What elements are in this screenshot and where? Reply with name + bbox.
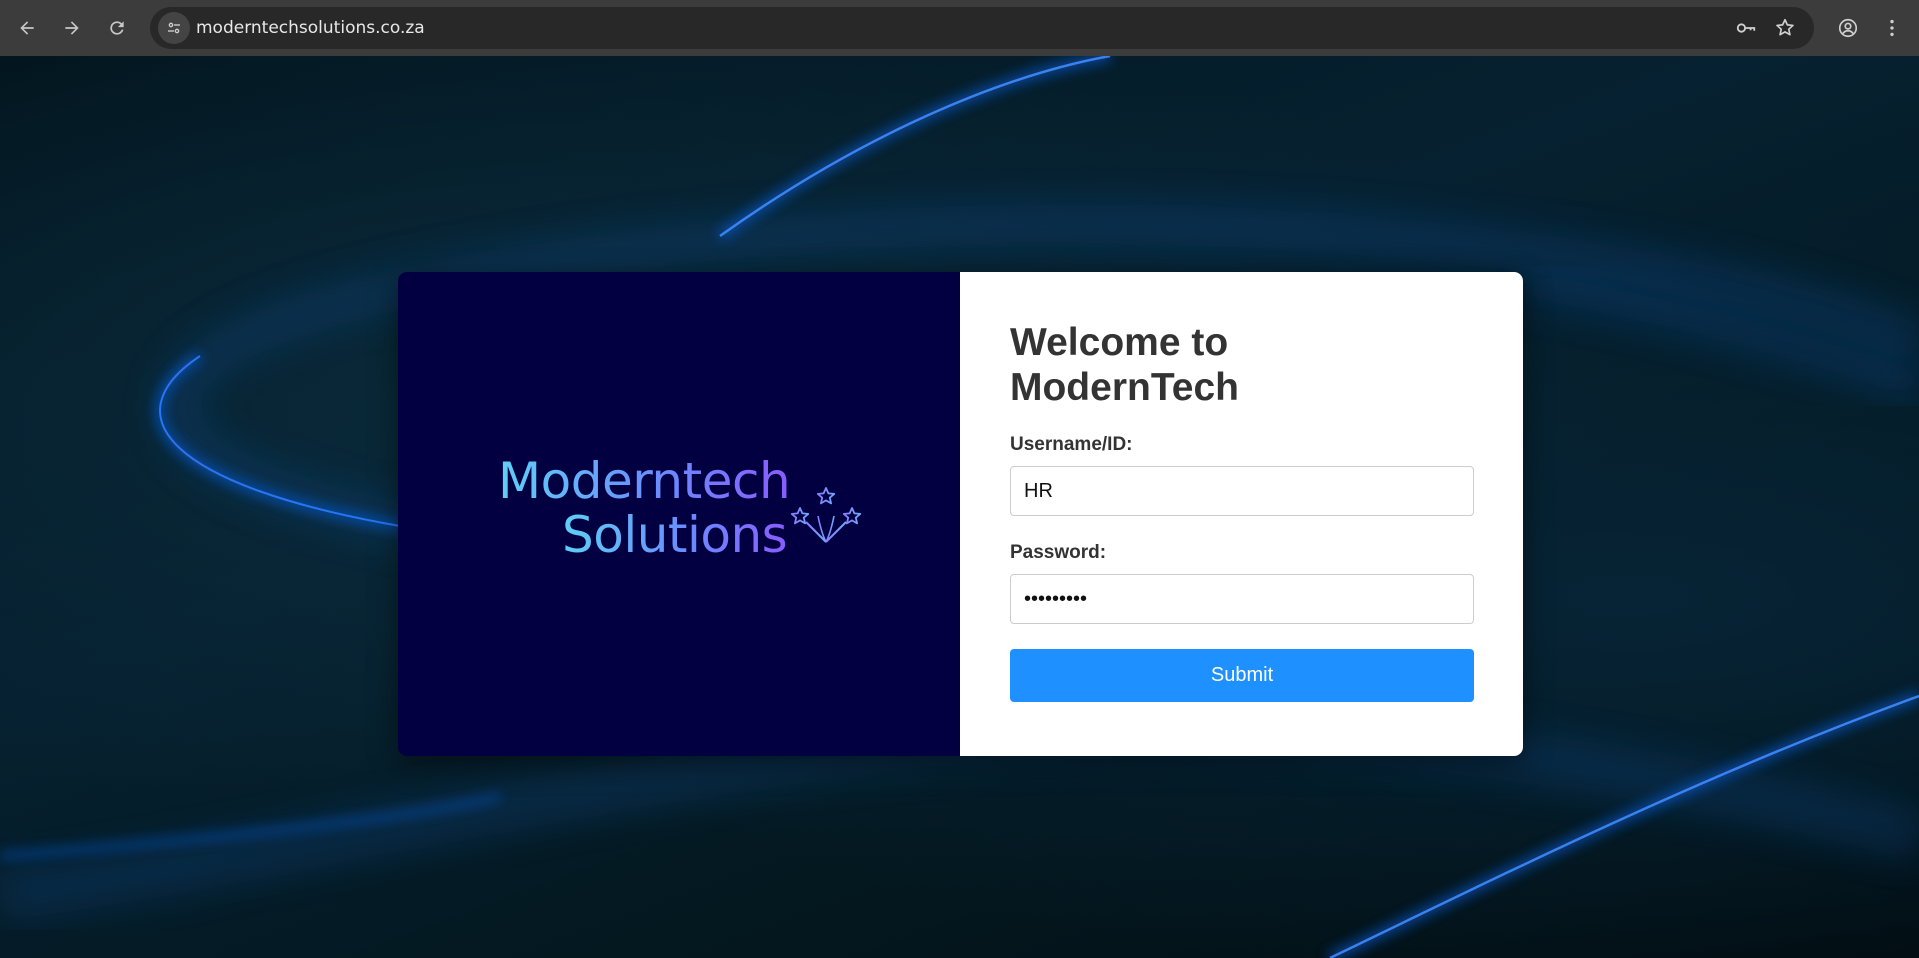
forward-button[interactable]	[55, 11, 89, 45]
back-arrow-icon	[20, 21, 34, 35]
browser-toolbar: moderntechsolutions.co.za	[0, 0, 1919, 56]
account-icon	[1838, 18, 1858, 38]
reload-button[interactable]	[100, 11, 134, 45]
star-icon	[1776, 18, 1794, 36]
url-text[interactable]: moderntechsolutions.co.za	[196, 7, 425, 49]
more-vert-icon	[1890, 19, 1894, 37]
bookmark-button[interactable]	[1771, 14, 1799, 42]
stars-fireworks-icon	[790, 487, 862, 543]
page-title: Welcome to ModernTech	[1010, 321, 1239, 409]
password-label: Password:	[1010, 542, 1107, 563]
site-info-button[interactable]	[158, 12, 190, 44]
submit-button[interactable]: Submit	[1010, 649, 1474, 702]
reload-icon	[110, 21, 124, 35]
password-input[interactable]	[1010, 574, 1474, 624]
browser-menu-button[interactable]	[1876, 12, 1908, 44]
logo-text-line2: Solutions	[562, 506, 788, 564]
forward-arrow-icon	[65, 21, 79, 35]
address-bar[interactable]: moderntechsolutions.co.za	[150, 7, 1814, 49]
back-button[interactable]	[10, 11, 44, 45]
username-label: Username/ID:	[1010, 434, 1133, 455]
site-settings-icon	[168, 22, 180, 34]
brand-panel: Moderntech Solutions	[398, 272, 960, 756]
page-background: Moderntech Solutions Welcome to ModernTe…	[0, 56, 1919, 958]
login-card: Moderntech Solutions Welcome to ModernTe…	[398, 272, 1523, 756]
company-logo: Moderntech Solutions	[498, 454, 868, 574]
profile-button[interactable]	[1832, 12, 1864, 44]
logo-text-line1: Moderntech	[498, 452, 791, 510]
key-icon	[1736, 23, 1756, 33]
login-form-panel: Welcome to ModernTech Username/ID: Passw…	[960, 272, 1523, 756]
username-input[interactable]	[1010, 466, 1474, 516]
password-manager-button[interactable]	[1732, 14, 1760, 42]
